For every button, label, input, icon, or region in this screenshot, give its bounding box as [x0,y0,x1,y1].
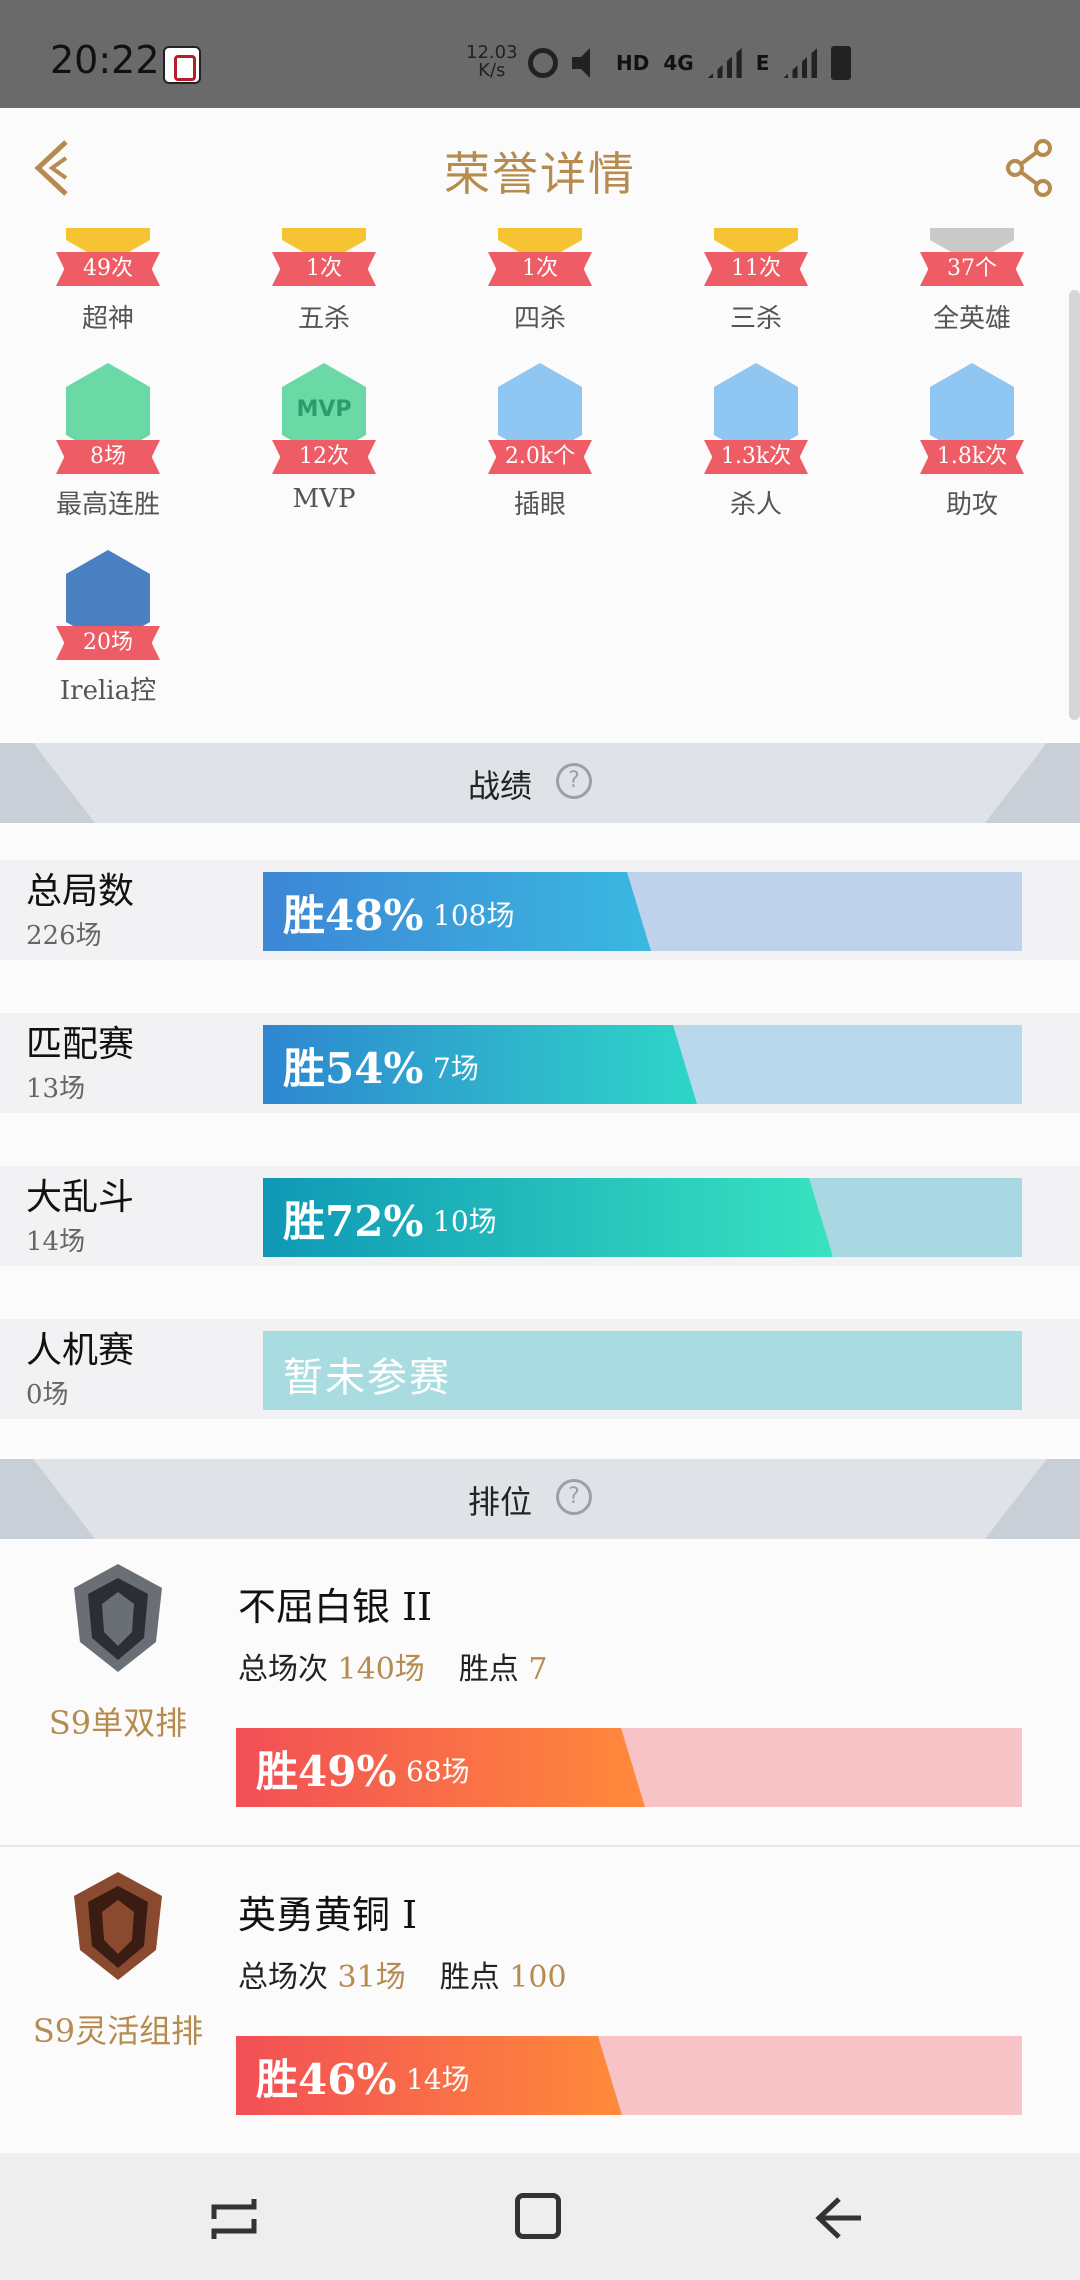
scrollbar[interactable] [1069,290,1080,720]
record-row[interactable]: 总局数 226场 胜48% 108场 [0,860,1080,960]
honor-badge[interactable]: 1.3k次杀人 [676,228,836,744]
win-rate-percent: 胜48% [283,891,424,940]
honor-badge[interactable]: MVP 12次 MVP [244,228,404,744]
record-mode-name: 人机赛 [26,1330,135,1371]
honor-badges-grid: 49次 超神 1次 五杀 1次 四杀 11次 三杀 37个 全英雄 8场 最高连胜 MVP 12次 MVP 2… [0,228,1080,744]
total-games-value: 140场 [337,1652,425,1687]
speed-unit: K/s [478,60,506,81]
honor-count: 1.8k次 [920,440,1024,474]
honor-label: Irelia控 [59,676,157,706]
honor-count: 2.0k个 [488,440,592,474]
rank-win-rate-bar: 胜49% 68场 [236,1728,1022,1807]
network-4g-icon: 4G [663,51,694,75]
records-section-title: 战绩 [468,767,533,805]
honor-label: 助攻 [945,490,998,520]
total-games-value: 31场 [337,1960,406,1995]
records-section-header: 战绩 ? [0,743,1080,823]
help-icon[interactable]: ? [556,1479,592,1515]
honor-label: MVP [292,484,356,514]
header-decoration-right [985,1459,1080,1539]
league-points-value: 100 [509,1960,567,1995]
rank-card[interactable]: S9单双排 不屈白银 II 总场次 140场 胜点 7 胜49% 68场 [0,1540,1080,1845]
record-game-count: 226场 [26,921,102,951]
home-icon[interactable] [515,2193,561,2239]
honor-badge[interactable]: 1.8k次助攻 [892,228,1052,744]
edge-icon: E [755,51,770,75]
record-game-count: 0场 [26,1380,69,1410]
rank-win-rate-percent: 胜46% [256,2055,397,2104]
win-count: 10场 [433,1205,497,1238]
rank-divider [0,1845,1080,1847]
rank-meta: 总场次 31场 胜点 100 [238,1952,567,1996]
honor-label: 杀人 [729,490,782,520]
record-game-count: 13场 [26,1074,86,1104]
record-mode-name: 匹配赛 [26,1024,135,1065]
status-time: 20:22 [50,38,160,82]
league-points-label: 胜点 [439,1960,500,1995]
league-points-label: 胜点 [458,1652,519,1687]
record-row[interactable]: 大乱斗 14场 胜72% 10场 [0,1166,1080,1266]
honor-count: 12次 [272,440,376,474]
header-decoration-left [0,743,95,823]
signal-icon-2 [783,48,818,78]
network-speed: 12.03 K/s [466,44,518,80]
league-points-value: 7 [528,1652,548,1687]
mvp-icon-text: MVP [296,397,352,422]
honor-label: 插眼 [513,490,566,520]
signal-icon [707,48,742,78]
status-bar: 20:22 12.03 K/s HD 4G E [0,0,1080,108]
no-games-text: 暂未参赛 [283,1355,451,1401]
battery-icon [831,46,852,80]
status-icons: HD 4G E [528,46,852,80]
total-games-label: 总场次 [238,1652,328,1687]
page-title: 荣誉详情 [444,147,636,201]
rank-win-rate-percent: 胜49% [256,1747,397,1796]
win-count: 7场 [433,1052,479,1085]
win-rate-bar: 胜48% 108场 [263,872,1022,951]
record-mode-name: 大乱斗 [26,1177,135,1218]
rank-win-count: 14场 [406,2063,470,2096]
rank-meta: 总场次 140场 胜点 7 [238,1644,547,1688]
win-rate-bar: 暂未参赛 [263,1331,1022,1410]
record-mode-name: 总局数 [26,871,135,912]
rank-emblem-icon [74,1872,162,1980]
win-rate-bar: 胜54% 7场 [263,1025,1022,1104]
honor-badge[interactable]: 20场 Irelia控 [28,228,188,744]
rank-tier: 不屈白银 II [238,1585,433,1629]
win-rate-percent: 胜72% [283,1197,424,1246]
honor-count: 20场 [56,626,160,660]
share-icon[interactable] [1005,138,1055,198]
back-nav-icon[interactable] [815,2193,865,2243]
alarm-icon [528,48,558,78]
total-games-label: 总场次 [238,1960,328,1995]
app-header: 荣誉详情 [0,108,1080,228]
rank-tier: 英勇黄铜 I [238,1893,418,1937]
app-notification-icon [163,46,201,84]
help-icon[interactable]: ? [556,763,592,799]
record-row[interactable]: 匹配赛 13场 胜54% 7场 [0,1013,1080,1113]
hd-icon: HD [616,51,650,75]
rank-queue-name: S9单双排 [48,1704,188,1742]
rank-card[interactable]: S9灵活组排 英勇黄铜 I 总场次 31场 胜点 100 胜46% 14场 [0,1848,1080,2153]
honor-badge[interactable]: 2.0k个插眼 [460,228,620,744]
rank-win-rate-bar: 胜46% 14场 [236,2036,1022,2115]
header-decoration-left [0,1459,95,1539]
header-decoration-right [985,743,1080,823]
recent-apps-icon[interactable] [210,2193,260,2243]
system-navigation-bar [0,2153,1080,2280]
rank-queue-name: S9灵活组排 [32,2012,204,2050]
rank-win-count: 68场 [406,1755,470,1788]
honor-count: 1.3k次 [704,440,808,474]
record-game-count: 14场 [26,1227,86,1257]
rank-emblem-icon [74,1564,162,1672]
win-count: 108场 [433,899,515,932]
win-rate-bar: 胜72% 10场 [263,1178,1022,1257]
rank-section-title: 排位 [468,1483,533,1521]
rank-section-header: 排位 ? [0,1459,1080,1539]
mute-icon [572,48,590,78]
win-rate-percent: 胜54% [283,1044,424,1093]
record-row[interactable]: 人机赛 0场 暂未参赛 [0,1319,1080,1419]
